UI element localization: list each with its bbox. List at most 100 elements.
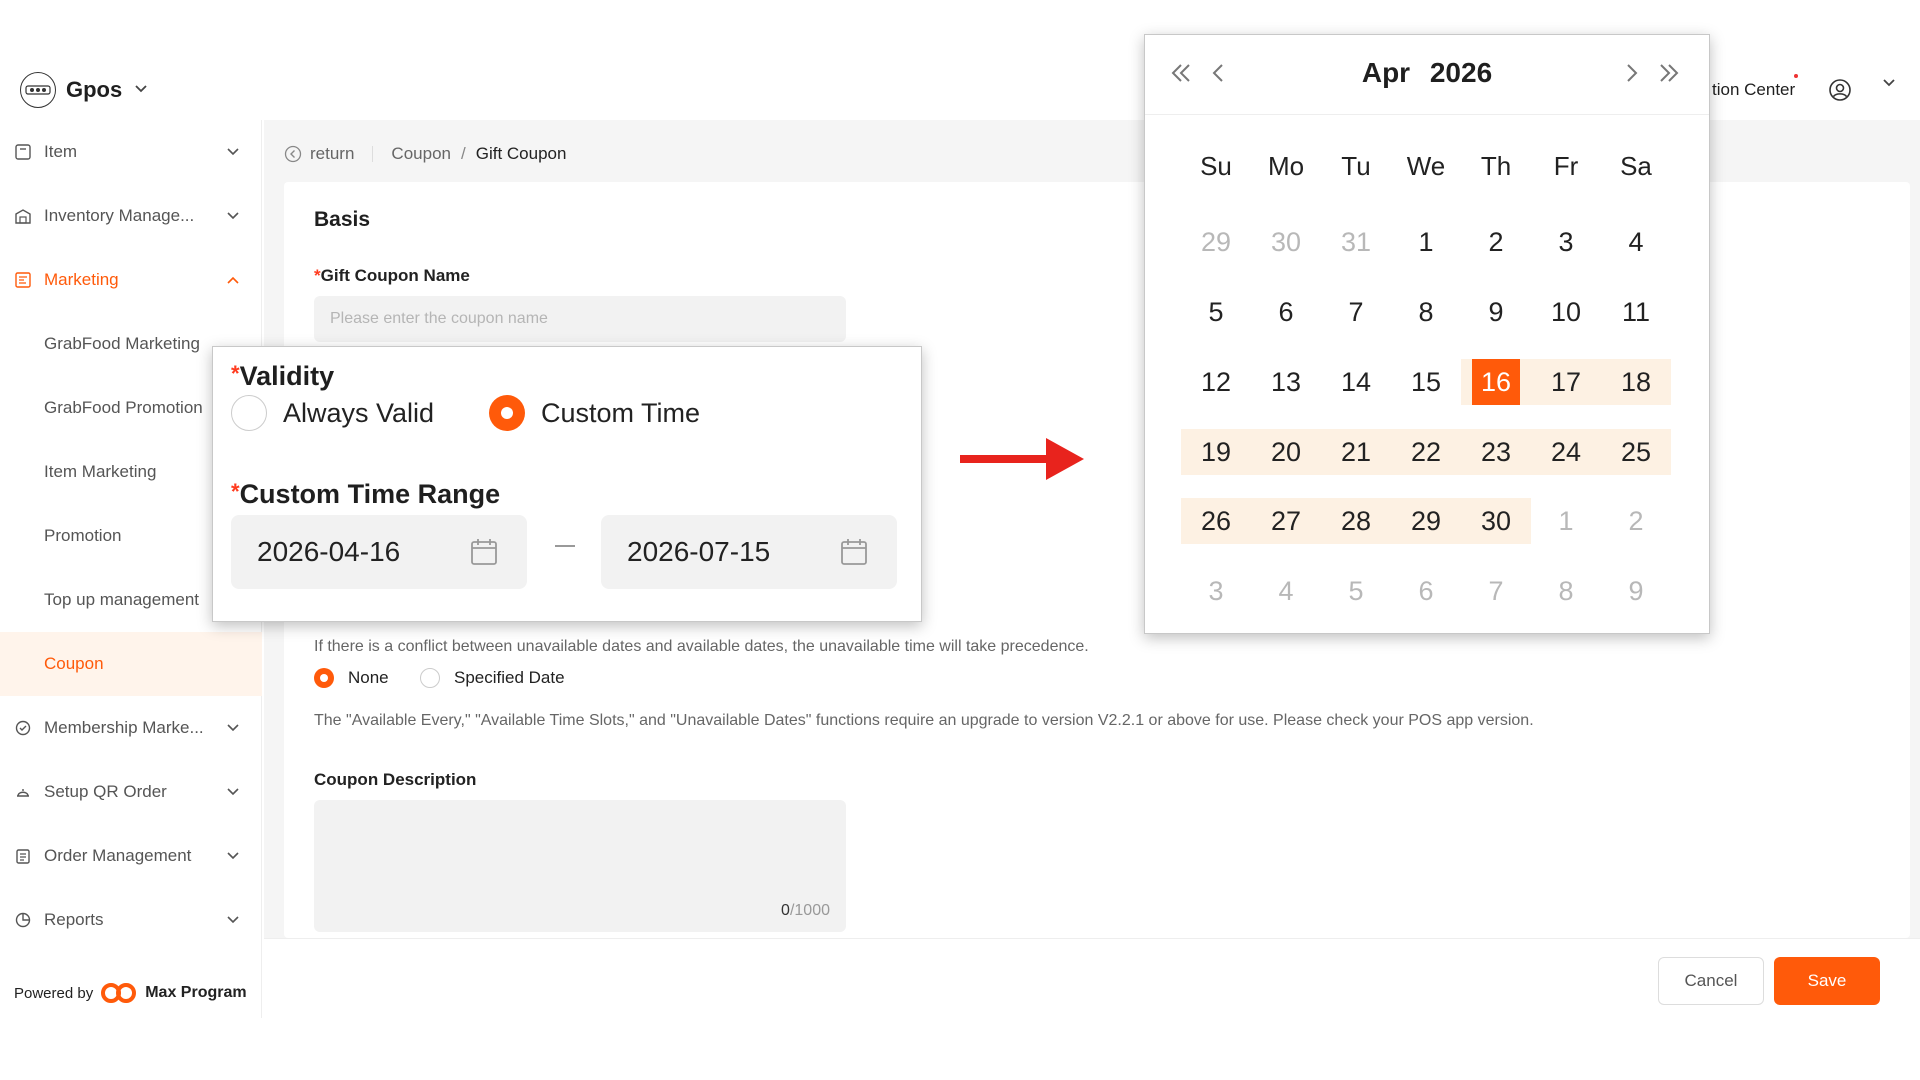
calendar-day[interactable]: 1 [1391, 219, 1461, 265]
calendar-day[interactable]: 30 [1461, 498, 1531, 544]
calendar-day[interactable]: 20 [1251, 429, 1321, 475]
user-avatar-icon[interactable] [1828, 78, 1852, 102]
return-link[interactable]: return [310, 144, 354, 164]
calendar-day-selected[interactable]: 16 [1461, 359, 1531, 405]
calendar-day[interactable]: 5 [1181, 289, 1251, 335]
radio-unselected[interactable] [231, 395, 267, 431]
calendar-day-number: 30 [1480, 505, 1512, 536]
breadcrumb-parent[interactable]: Coupon [391, 144, 451, 164]
calendar-day[interactable]: 18 [1601, 359, 1671, 405]
calendar-day-number: 30 [1270, 226, 1302, 257]
calendar-day[interactable]: 11 [1601, 289, 1671, 335]
calendar-day[interactable]: 2 [1461, 219, 1531, 265]
radio-unselected[interactable] [420, 668, 440, 688]
calendar-day[interactable]: 6 [1391, 568, 1461, 614]
calendar-day-number: 3 [1558, 226, 1574, 257]
custom-time-range-label: *Custom Time Range [231, 479, 501, 509]
calendar-day[interactable]: 28 [1321, 498, 1391, 544]
calendar-day-number: 29 [1410, 505, 1442, 536]
arrow-right-icon [960, 438, 1084, 480]
custom-time-option[interactable]: Custom Time [489, 395, 700, 431]
sidebar-item-reports[interactable]: Reports [0, 888, 262, 952]
user-menu-chevron-icon[interactable] [1882, 78, 1896, 88]
description-textarea[interactable]: 0/1000 [314, 800, 846, 932]
calendar-day[interactable]: 29 [1391, 498, 1461, 544]
sidebar-item-inventory[interactable]: Inventory Manage... [0, 184, 262, 248]
end-date-input[interactable]: 2026-07-15 [601, 515, 897, 589]
calendar-month[interactable]: Apr [1362, 57, 1410, 88]
calendar-day-number: 18 [1620, 366, 1652, 397]
next-year-icon[interactable] [1653, 57, 1685, 89]
unavailable-none-option[interactable]: None [314, 668, 389, 688]
weekday-label: Sa [1620, 151, 1652, 181]
calendar-day[interactable]: 3 [1181, 568, 1251, 614]
calendar-day[interactable]: 8 [1391, 289, 1461, 335]
unavailable-specified-option[interactable]: Specified Date [420, 668, 565, 688]
calendar-day[interactable]: 5 [1321, 568, 1391, 614]
sidebar-item-label: GrabFood Marketing [44, 334, 200, 353]
pie-chart-icon [15, 912, 31, 928]
sidebar-item-qr-order[interactable]: Setup QR Order [0, 760, 262, 824]
calendar-day[interactable]: 23 [1461, 429, 1531, 475]
calendar-day[interactable]: 7 [1461, 568, 1531, 614]
calendar-day[interactable]: 24 [1531, 429, 1601, 475]
sidebar-item-item[interactable]: Item [0, 120, 262, 184]
conflict-note: If there is a conflict between unavailab… [314, 638, 1089, 655]
calendar-day-number: 16 [1480, 366, 1512, 397]
calendar-day[interactable]: 19 [1181, 429, 1251, 475]
calendar-day[interactable]: 21 [1321, 429, 1391, 475]
calendar-day-number: 1 [1418, 226, 1434, 257]
calendar-day[interactable]: 4 [1601, 219, 1671, 265]
sidebar-item-membership[interactable]: Membership Marke... [0, 696, 262, 760]
calendar-day[interactable]: 1 [1531, 498, 1601, 544]
calendar-day[interactable]: 10 [1531, 289, 1601, 335]
calendar-day-number: 28 [1340, 505, 1372, 536]
calendar-day[interactable]: 29 [1181, 219, 1251, 265]
calendar-day[interactable]: 25 [1601, 429, 1671, 475]
calendar-day[interactable]: 9 [1601, 568, 1671, 614]
membership-icon [15, 720, 31, 736]
radio-selected[interactable] [314, 668, 334, 688]
calendar-day[interactable]: 27 [1251, 498, 1321, 544]
calendar-day-number: 31 [1340, 226, 1372, 257]
calendar-day[interactable]: 9 [1461, 289, 1531, 335]
calendar-day[interactable]: 26 [1181, 498, 1251, 544]
start-date-input[interactable]: 2026-04-16 [231, 515, 527, 589]
date-picker-popup: Apr 2026 Su Mo Tu We Th Fr Sa 29 30 31 1 2 3 4 5 6 7 8 9 1… [1144, 34, 1710, 634]
calendar-day[interactable]: 13 [1251, 359, 1321, 405]
sidebar-item-label: Setup QR Order [44, 782, 167, 801]
save-button[interactable]: Save [1774, 957, 1880, 1005]
calendar-day[interactable]: 7 [1321, 289, 1391, 335]
calendar-day[interactable]: 8 [1531, 568, 1601, 614]
brand-switcher[interactable]: Gpos [20, 72, 148, 108]
calendar-day[interactable]: 12 [1181, 359, 1251, 405]
radio-selected[interactable] [489, 395, 525, 431]
calendar-day[interactable]: 22 [1391, 429, 1461, 475]
always-valid-option[interactable]: Always Valid [231, 395, 434, 431]
calendar-day[interactable]: 17 [1531, 359, 1601, 405]
sidebar-item-label: Promotion [44, 526, 122, 545]
sidebar-item-order-management[interactable]: Order Management [0, 824, 262, 888]
coupon-name-input[interactable]: Please enter the coupon name [314, 296, 846, 342]
calendar-day[interactable]: 4 [1251, 568, 1321, 614]
calendar-day[interactable]: 2 [1601, 498, 1671, 544]
calendar-day[interactable]: 3 [1531, 219, 1601, 265]
calendar-year[interactable]: 2026 [1430, 57, 1492, 88]
calendar-day[interactable]: 31 [1321, 219, 1391, 265]
calendar-day[interactable]: 6 [1251, 289, 1321, 335]
weekday-label: Mo [1267, 151, 1305, 181]
sidebar-item-coupon[interactable]: Coupon [0, 632, 262, 696]
next-month-icon[interactable] [1615, 57, 1647, 89]
cancel-button[interactable]: Cancel [1658, 957, 1764, 1005]
return-icon[interactable] [284, 145, 302, 163]
sidebar-item-marketing[interactable]: Marketing [0, 248, 262, 312]
notification-center-link[interactable]: tion Center [1712, 80, 1795, 100]
weekday-label: We [1406, 151, 1446, 181]
calendar-day[interactable]: 30 [1251, 219, 1321, 265]
calendar-day-number: 21 [1340, 436, 1372, 467]
calendar-day-number: 4 [1628, 226, 1644, 257]
calendar-day[interactable]: 15 [1391, 359, 1461, 405]
breadcrumb: return Coupon / Gift Coupon [284, 144, 566, 164]
weekday-label: Fr [1553, 151, 1579, 181]
calendar-day[interactable]: 14 [1321, 359, 1391, 405]
